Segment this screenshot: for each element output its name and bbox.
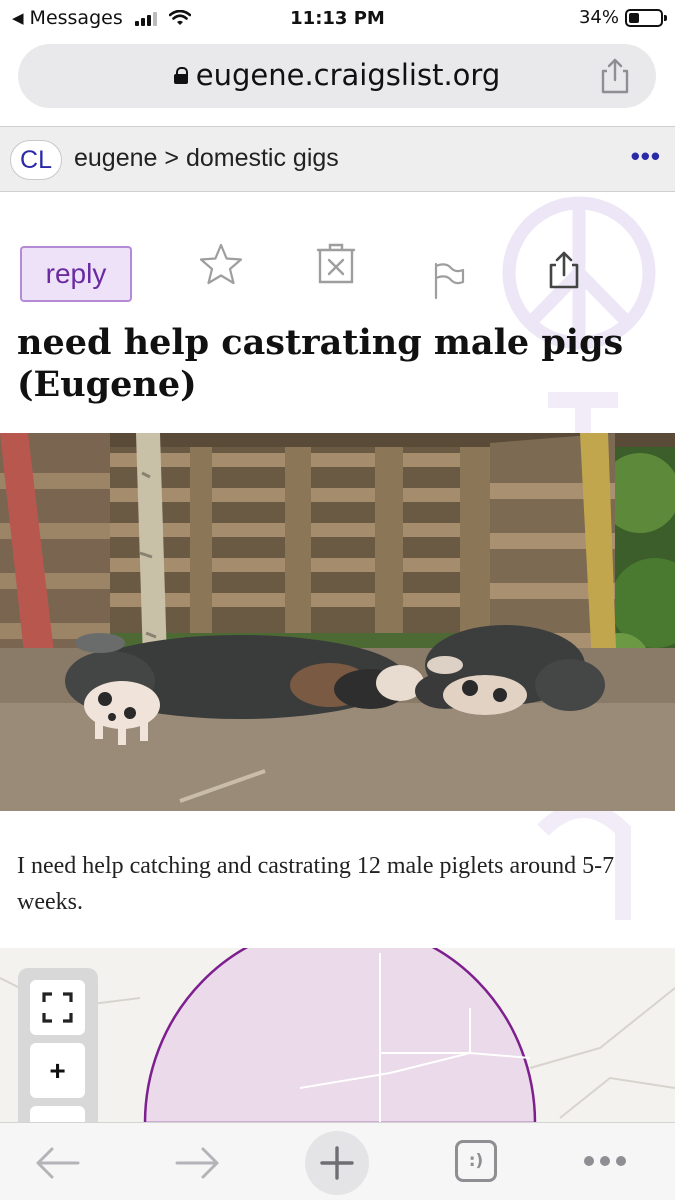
reply-button[interactable]: reply [20, 246, 132, 302]
share-icon[interactable] [598, 58, 632, 94]
breadcrumb: eugene > domestic gigs [74, 144, 339, 173]
tabs-button[interactable]: :) [455, 1140, 497, 1182]
breadcrumb-separator: > [164, 144, 179, 172]
url-display[interactable]: eugene.craigslist.org [18, 58, 656, 92]
battery-status: 34% [578, 7, 667, 28]
favorite-star-icon[interactable] [198, 242, 244, 286]
map-area [0, 948, 675, 1123]
new-tab-plus-icon[interactable] [304, 1130, 370, 1196]
breadcrumb-city[interactable]: eugene [74, 144, 157, 172]
breadcrumb-category[interactable]: domestic gigs [186, 144, 339, 172]
status-time: 11:13 PM [290, 8, 385, 29]
battery-percent: 34% [578, 7, 619, 28]
post-photo[interactable] [0, 433, 675, 811]
post-body: I need help catching and castrating 12 m… [17, 853, 615, 915]
more-options-icon[interactable] [582, 1153, 628, 1169]
fullscreen-button[interactable] [30, 980, 85, 1035]
map-controls: + [18, 968, 98, 1123]
hide-trash-icon[interactable] [314, 242, 358, 286]
battery-icon [625, 8, 667, 27]
zoom-out-button[interactable] [30, 1106, 85, 1123]
zoom-in-button[interactable]: + [30, 1043, 85, 1098]
browser-toolbar: :) [0, 1122, 675, 1200]
map[interactable]: + [0, 948, 675, 1123]
forward-arrow-icon[interactable] [173, 1145, 223, 1181]
flag-icon[interactable] [432, 262, 466, 300]
site-header: CL eugene > domestic gigs ••• [0, 126, 675, 192]
url-text: eugene.craigslist.org [195, 58, 501, 92]
share-post-icon[interactable] [546, 250, 582, 290]
back-arrow-icon[interactable] [32, 1145, 82, 1181]
status-bar: ◀ Messages 11:13 PM 34% [0, 0, 675, 40]
craigslist-logo[interactable]: CL [10, 140, 62, 180]
post-title: need help castrating male pigs (Eugene) [17, 322, 624, 405]
lock-icon [173, 67, 188, 84]
fullscreen-icon [42, 992, 73, 1023]
more-menu-button[interactable]: ••• [631, 141, 661, 172]
address-bar[interactable]: eugene.craigslist.org [18, 44, 656, 108]
